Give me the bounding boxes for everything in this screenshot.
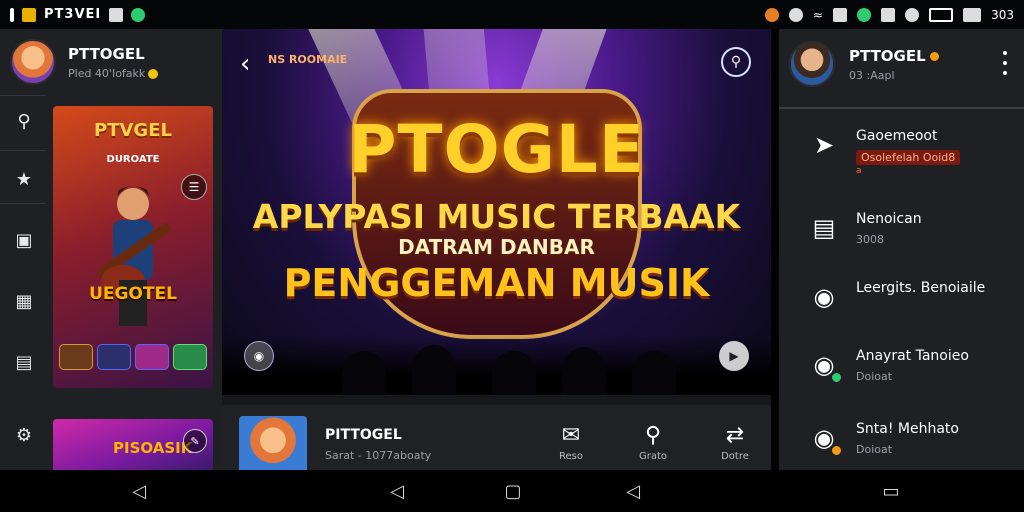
track-thumbnail[interactable] (239, 416, 307, 470)
status-time: 303 (991, 7, 1014, 22)
camera-badge-icon: ◉ (809, 423, 843, 457)
profile-name: PTTOGEL (849, 46, 926, 65)
vinyl-icon[interactable]: ◉ (244, 341, 274, 371)
search-icon: ⚲ (644, 423, 662, 448)
nav-rail: ⚲ ★ ▣ ▦ ▤ ⚙ (0, 95, 46, 470)
back-arrow-icon[interactable]: ‹ (240, 49, 250, 79)
status-bar: PT3VEI ≈ 303 (0, 0, 1024, 29)
star-icon[interactable]: ★ (12, 167, 36, 191)
status-dot-icon (929, 51, 939, 61)
back-icon[interactable]: ◁ (124, 480, 154, 502)
poster-title: PTVGEL (94, 120, 172, 141)
main-content: PTOGLE APLYPASI MUSIC TERBAAK DATRAM DAN… (222, 29, 771, 470)
inbox-icon: ▤ (812, 214, 836, 242)
signal-icon (833, 7, 848, 22)
poster-name: UEGOTEL (89, 284, 177, 304)
camera-icon: ◉ (813, 283, 835, 311)
recents-icon[interactable]: ▭ (876, 480, 906, 502)
app-tile (135, 344, 169, 370)
back-icon[interactable]: ◁ (618, 480, 648, 502)
search-icon[interactable]: ⚲ (12, 109, 36, 133)
notification-icon (10, 7, 14, 22)
app-tile (97, 344, 131, 370)
menu-item-0[interactable]: ➤ Gaoemeoot Osolefelah Ooid8 a (779, 126, 1024, 196)
avatar[interactable] (789, 41, 835, 87)
profile-sub: Pled 40'Iofakk (68, 66, 146, 80)
camera-badge-icon: ◉ (809, 350, 843, 384)
devices-icon[interactable]: ▤ (12, 350, 36, 374)
left-panel: PTTOGEL Pled 40'Iofakk ⚲ ★ ▣ ▦ ▤ ⚙ PTVGE… (0, 29, 222, 470)
more-options-icon[interactable] (1002, 51, 1008, 75)
player-control-share[interactable]: ⇄ Dotre (712, 423, 758, 462)
hero-banner[interactable]: PTOGLE APLYPASI MUSIC TERBAAK DATRAM DAN… (222, 29, 771, 395)
app-tile (59, 344, 93, 370)
home-icon[interactable]: ▢ (498, 480, 528, 502)
back-icon[interactable]: ◁ (382, 480, 412, 502)
download-icon (109, 7, 124, 22)
share-icon: ⇄ (725, 423, 745, 448)
library-icon[interactable]: ▦ (12, 289, 36, 313)
menu-item-2[interactable]: ◉ Leergits. Benoiaile (779, 278, 1024, 348)
avatar[interactable] (10, 39, 56, 85)
status-app-title: PT3VEI (44, 7, 102, 22)
secondary-poster[interactable]: PISOASIK ✎ (53, 419, 213, 470)
player-control-chat[interactable]: ✉ Reso (548, 423, 594, 462)
player-control-search[interactable]: ⚲ Grato (630, 423, 676, 462)
chat-icon: ✉ (561, 423, 581, 448)
playlist-icon[interactable]: ▣ (12, 228, 36, 252)
profile-sub: 03 :Aapl (849, 68, 895, 82)
cast-icon (963, 7, 982, 22)
hero-subtagline: DATRAM DANBAR (398, 235, 595, 259)
now-playing-bar[interactable]: PITTOGEL Sarat - 1077aboaty ✉ Reso ⚲ Gra… (222, 405, 771, 470)
track-subtitle: Sarat - 1077aboaty (325, 449, 432, 462)
edit-icon[interactable]: ✎ (183, 429, 207, 453)
wifi-icon: ≈ (813, 7, 824, 22)
app-tile (173, 344, 207, 370)
hero-title: PTOGLE (348, 111, 645, 188)
nfc-icon (881, 7, 896, 22)
sync-icon (131, 7, 146, 22)
menu-item-3[interactable]: ◉ Anayrat Tanoieo Doioat (779, 346, 1024, 416)
right-profile[interactable]: PTTOGEL 03 :Aapl (789, 41, 939, 87)
zoom-icon[interactable]: ⚲ (721, 47, 751, 77)
app-notification-icon (22, 7, 36, 22)
battery-icon (929, 7, 954, 22)
app-badge-icon (765, 7, 780, 22)
hero-tagline: APLYPASI MUSIC TERBAAK (252, 197, 741, 236)
right-panel: PTTOGEL 03 :Aapl ➤ Gaoemeoot Osolefelah … (779, 29, 1024, 470)
poster-app-row (59, 344, 207, 370)
spotify-icon (857, 7, 872, 22)
poster-subtitle: DUROATE (106, 154, 160, 165)
data-saver-icon (905, 7, 920, 22)
hero-footer-text: PENGGEMAN MUSIK (283, 261, 710, 305)
profile-name: PTTOGEL (68, 44, 145, 63)
left-profile[interactable]: PTTOGEL Pled 40'Iofakk (10, 39, 159, 85)
poster2-title: PISOASIK (113, 439, 193, 457)
coin-icon (148, 68, 159, 79)
menu-item-1[interactable]: ▤ Nenoican 3008 (779, 209, 1024, 279)
system-nav-bar: ◁ ◁ ▢ ◁ ▭ (0, 470, 1024, 512)
brand-logo: NS ROOMAIE (268, 53, 348, 66)
featured-poster[interactable]: PTVGEL DUROATE ☰ UEGOTEL (53, 106, 213, 388)
playlist-toggle-icon[interactable]: ☰ (181, 174, 207, 200)
divider (779, 107, 1024, 109)
track-title: PITTOGEL (325, 427, 402, 443)
alarm-icon (789, 7, 804, 22)
play-icon[interactable]: ▶ (719, 341, 749, 371)
rocket-icon: ➤ (813, 131, 835, 159)
status-badge: Osolefelah Ooid8 (856, 150, 961, 165)
settings-icon[interactable]: ⚙ (12, 423, 36, 447)
